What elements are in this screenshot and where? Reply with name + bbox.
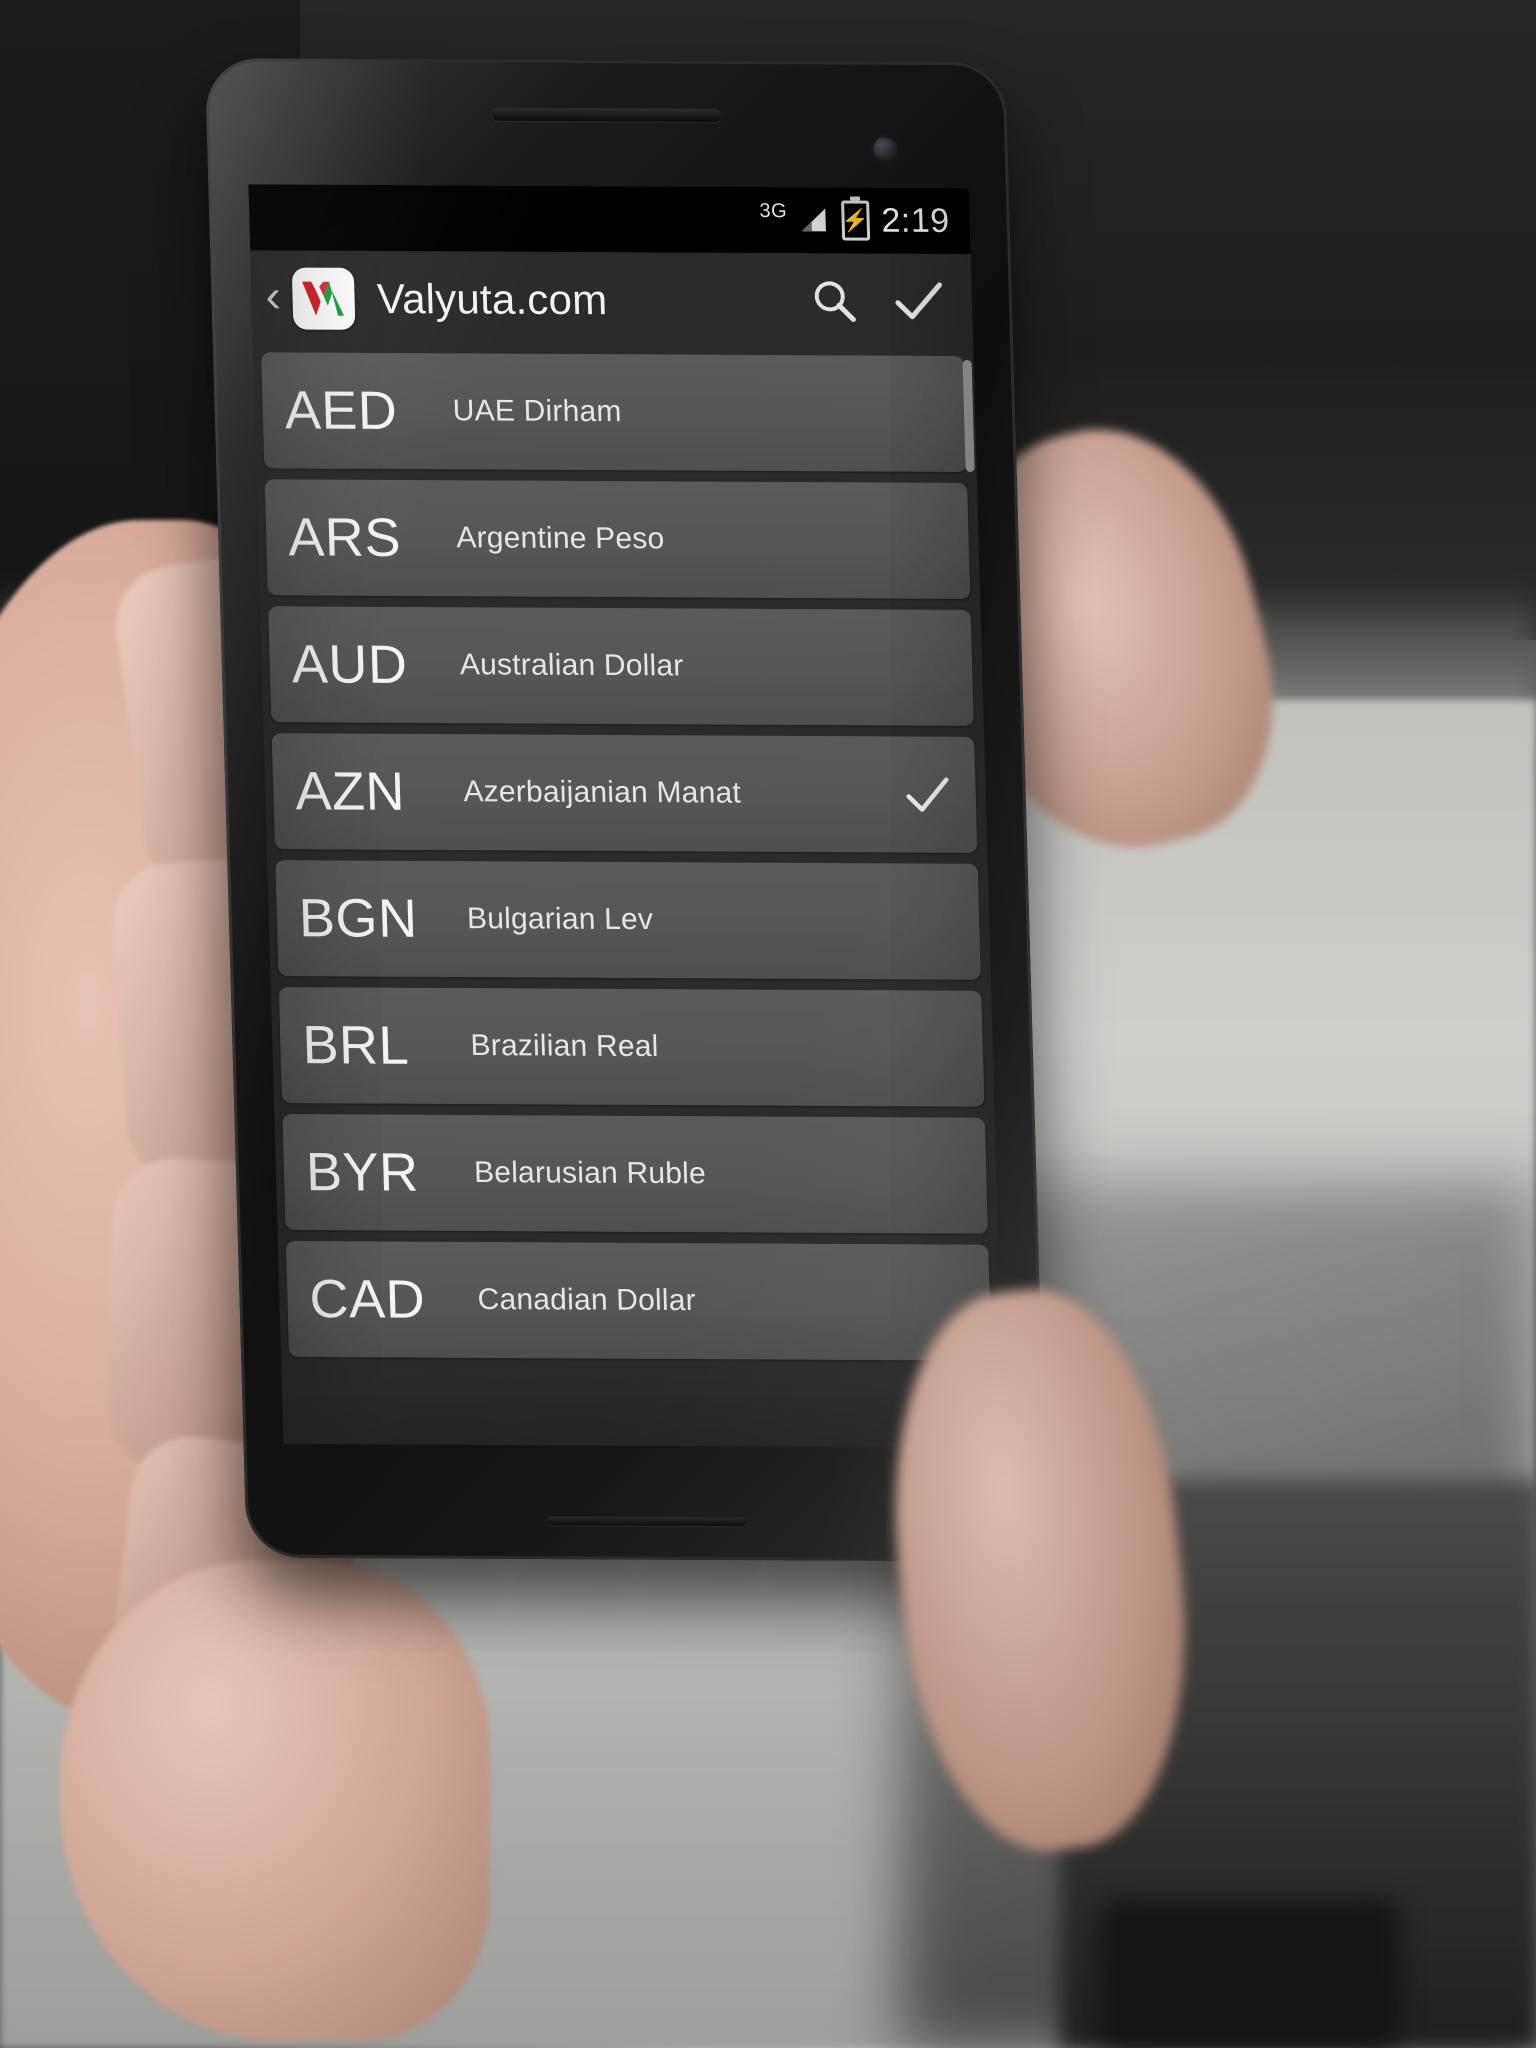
currency-name: Australian Dollar bbox=[459, 648, 684, 683]
currency-row-spacer bbox=[741, 794, 900, 795]
currency-row-spacer bbox=[696, 1301, 914, 1302]
confirm-checkmark-icon[interactable] bbox=[881, 265, 957, 339]
currency-selected-checkmark-icon bbox=[906, 1020, 964, 1076]
status-clock: 2:19 bbox=[880, 201, 951, 240]
search-icon[interactable] bbox=[797, 264, 873, 338]
currency-name: Belarusian Ruble bbox=[473, 1156, 707, 1191]
app-title: Valyuta.com bbox=[376, 274, 608, 324]
currency-name: UAE Dirham bbox=[452, 394, 623, 429]
network-type-label: 3G bbox=[759, 199, 788, 222]
currency-row-spacer bbox=[653, 920, 903, 921]
currency-selected-checkmark-icon bbox=[902, 893, 960, 949]
currency-name: Bulgarian Lev bbox=[466, 902, 654, 937]
currency-row-spacer bbox=[659, 1047, 907, 1048]
currency-selected-checkmark-icon bbox=[888, 386, 946, 442]
currency-name: Azerbaijanian Manat bbox=[462, 775, 742, 810]
background-dark-object-2 bbox=[1100, 1900, 1400, 2048]
currency-selected-checkmark-icon bbox=[895, 640, 953, 696]
back-chevron-icon[interactable]: ‹ bbox=[261, 269, 284, 324]
front-camera-icon bbox=[873, 137, 896, 160]
currency-row[interactable]: AED UAE Dirham bbox=[261, 352, 967, 472]
currency-row[interactable]: BYR Belarusian Ruble bbox=[282, 1114, 988, 1234]
currency-code: BGN bbox=[298, 888, 419, 949]
currency-row-spacer bbox=[622, 412, 889, 413]
currency-code: BYR bbox=[305, 1142, 420, 1203]
hand-thumb bbox=[60, 1560, 490, 2040]
battery-charging-icon: ⚡ bbox=[840, 200, 871, 241]
action-bar: ‹ Valyuta.com bbox=[250, 250, 974, 351]
photo-scene: 3G ⚡ 2:19 ‹ Valyuta.com AED UAE Dirham A… bbox=[0, 0, 1536, 2048]
currency-row-spacer bbox=[706, 1174, 910, 1175]
currency-selected-checkmark-icon bbox=[892, 513, 950, 569]
phone-screen: 3G ⚡ 2:19 ‹ Valyuta.com AED UAE Dirham A… bbox=[248, 184, 1004, 1448]
currency-code: ARS bbox=[287, 507, 402, 568]
valyuta-logo-icon[interactable] bbox=[292, 267, 356, 330]
currency-name: Argentine Peso bbox=[455, 521, 665, 556]
currency-code: BRL bbox=[301, 1015, 410, 1076]
status-bar: 3G ⚡ 2:19 bbox=[248, 184, 971, 255]
currency-row[interactable]: BGN Bulgarian Lev bbox=[275, 860, 981, 980]
currency-code: AED bbox=[283, 380, 399, 442]
currency-selected-checkmark-icon bbox=[910, 1147, 968, 1203]
currency-list[interactable]: AED UAE Dirham ARS Argentine Peso AUD Austral… bbox=[252, 346, 1004, 1448]
currency-row-spacer bbox=[664, 539, 892, 540]
currency-row[interactable]: AZN Azerbaijanian Manat bbox=[271, 733, 978, 853]
signal-bars-icon bbox=[799, 205, 830, 235]
currency-code: CAD bbox=[308, 1269, 426, 1330]
list-scrollbar[interactable] bbox=[962, 360, 975, 473]
phone-device: 3G ⚡ 2:19 ‹ Valyuta.com AED UAE Dirham A… bbox=[204, 58, 1048, 1562]
currency-row[interactable]: BRL Brazilian Real bbox=[278, 987, 985, 1107]
currency-row[interactable]: AUD Australian Dollar bbox=[268, 606, 974, 726]
currency-code: AUD bbox=[290, 634, 409, 695]
currency-code: AZN bbox=[294, 761, 406, 822]
action-bar-spacer bbox=[617, 300, 788, 301]
currency-name: Brazilian Real bbox=[470, 1029, 659, 1064]
currency-row[interactable]: ARS Argentine Peso bbox=[264, 479, 971, 599]
bottom-speaker bbox=[545, 1516, 747, 1527]
currency-row-spacer bbox=[684, 666, 897, 667]
currency-name: Canadian Dollar bbox=[477, 1282, 697, 1318]
battery-bolt-glyph: ⚡ bbox=[841, 207, 870, 233]
currency-selected-checkmark-icon bbox=[899, 766, 957, 822]
currency-row[interactable]: CAD Canadian Dollar bbox=[285, 1240, 992, 1361]
phone-top-bezel bbox=[205, 58, 1009, 194]
earpiece-speaker bbox=[491, 107, 722, 122]
